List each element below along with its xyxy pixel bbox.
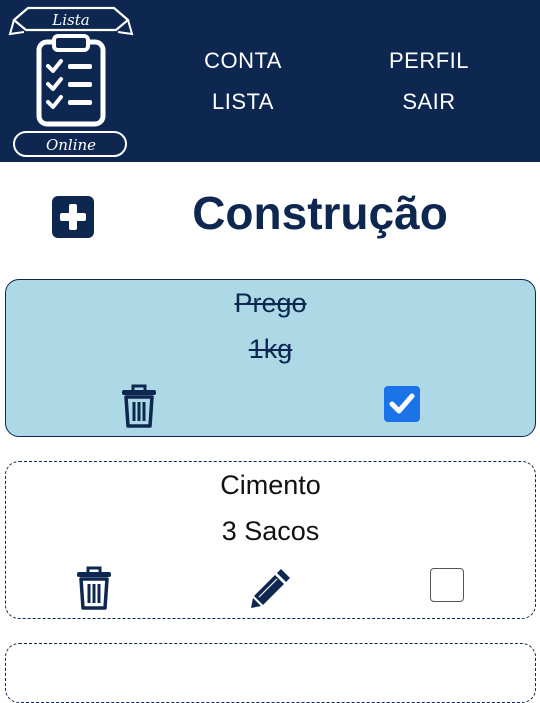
trash-icon xyxy=(122,384,156,428)
delete-item-button[interactable] xyxy=(120,384,158,433)
item-name: Prego xyxy=(234,288,307,318)
nav-lista-link[interactable]: LISTA xyxy=(183,89,303,115)
nav-sair-link[interactable]: SAIR xyxy=(369,89,489,115)
item-checkbox-checked[interactable] xyxy=(384,386,420,422)
list-title-row: Construção xyxy=(0,162,540,272)
clipboard-logo-icon: Lista Online xyxy=(8,6,134,157)
nav-conta-link[interactable]: CONTA xyxy=(183,48,303,74)
checkmark-icon xyxy=(389,393,415,414)
list-item: Cimento 3 Sacos xyxy=(5,461,536,619)
logo-top-text: Lista xyxy=(51,11,89,29)
add-item-button[interactable] xyxy=(52,196,94,238)
page-title: Construção xyxy=(192,187,448,239)
trash-icon xyxy=(77,566,111,610)
logo-bottom-text: Online xyxy=(46,136,96,154)
app-header: Lista Online CONTA LISTA PERFIL SAIR xyxy=(0,0,540,162)
app-logo[interactable]: Lista Online xyxy=(8,4,134,160)
list-item xyxy=(5,643,536,703)
item-name: Cimento xyxy=(220,470,321,500)
list-item-done: Prego 1kg xyxy=(5,279,536,437)
item-checkbox[interactable] xyxy=(430,568,464,602)
pencil-icon xyxy=(251,569,290,608)
nav-perfil-link[interactable]: PERFIL xyxy=(369,48,489,74)
item-quantity: 3 Sacos xyxy=(221,516,320,546)
item-quantity: 1kg xyxy=(248,334,293,364)
delete-item-button[interactable] xyxy=(75,566,113,615)
edit-item-button[interactable] xyxy=(249,566,293,615)
